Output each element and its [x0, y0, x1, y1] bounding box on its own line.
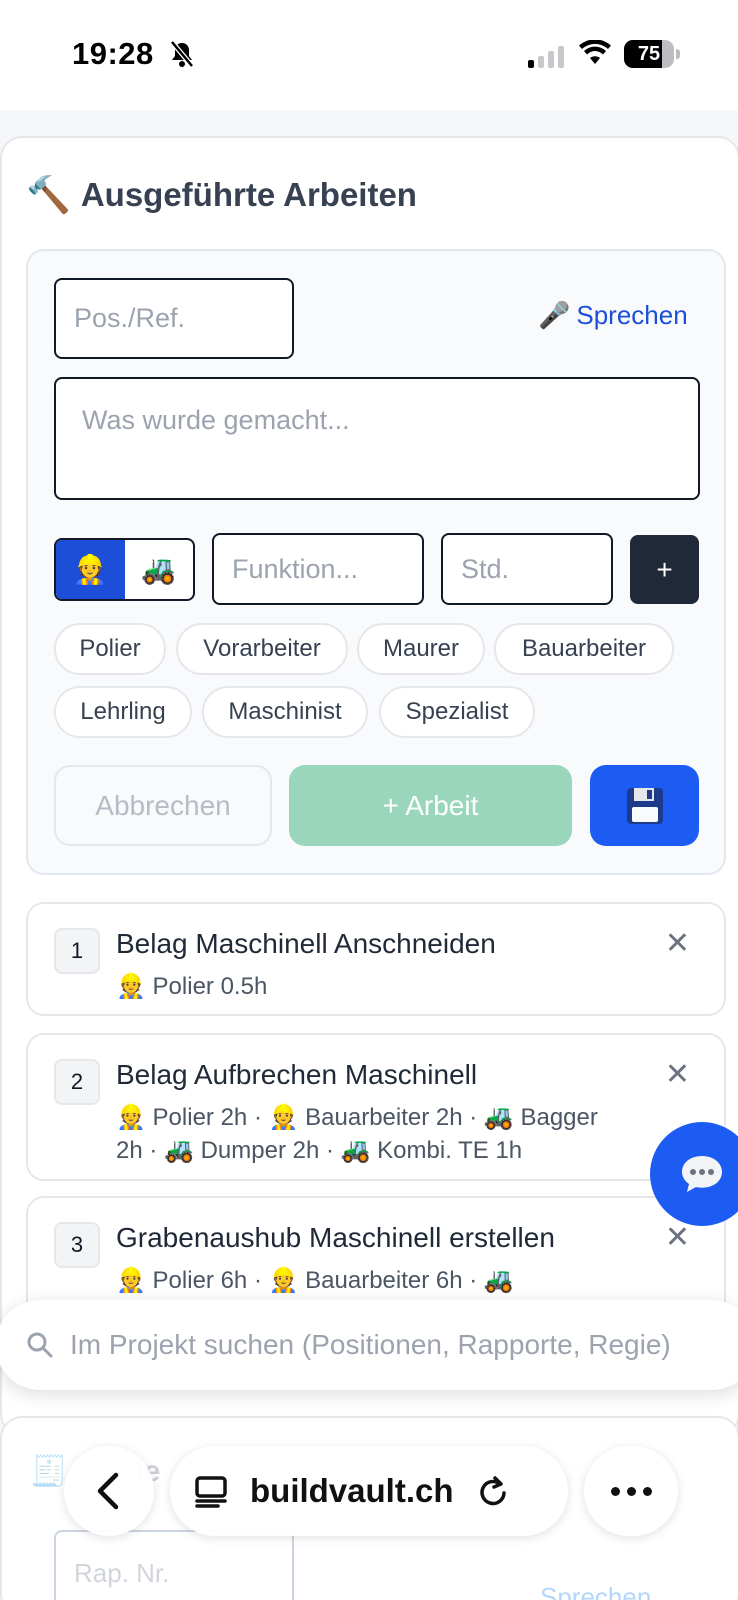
description-input[interactable]: Was wurde gemacht...: [54, 377, 700, 500]
item-number: 2: [54, 1059, 100, 1105]
battery-cap: [676, 49, 680, 59]
browser-back-button[interactable]: [64, 1446, 154, 1536]
speak-button[interactable]: 🎤 Sprechen: [538, 300, 688, 331]
save-button[interactable]: [590, 765, 699, 846]
status-bar: 19:28 75: [0, 0, 738, 110]
reload-icon[interactable]: [476, 1473, 510, 1509]
cell-signal-icon: [528, 44, 564, 68]
report-number-input[interactable]: Rap. Nr.: [54, 1530, 294, 1600]
chip-spezialist[interactable]: Spezialist: [379, 686, 535, 738]
wifi-icon: [578, 39, 612, 71]
remove-item-button[interactable]: ✕: [665, 1220, 690, 1255]
chat-bubble-icon: [682, 1156, 722, 1192]
project-search-bar[interactable]: Im Projekt suchen (Positionen, Rapporte,…: [0, 1300, 738, 1390]
item-resources: 👷 Polier 2h · 👷 Bauarbeiter 2h · 🚜 Bagge…: [116, 1101, 656, 1167]
work-item[interactable]: 1 Belag Maschinell Anschneiden 👷 Polier …: [26, 902, 726, 1016]
browser-url[interactable]: buildvault.ch: [250, 1472, 454, 1510]
more-dot: [626, 1486, 636, 1496]
browser-address-bar[interactable]: buildvault.ch: [170, 1446, 568, 1536]
status-time: 19:28: [72, 36, 154, 71]
item-title: Grabenaushub Maschinell erstellen: [116, 1222, 555, 1253]
item-resources: 👷 Polier 0.5h: [116, 970, 656, 1003]
search-icon: [27, 1332, 53, 1358]
item-resources: 👷 Polier 6h · 👷 Bauarbeiter 6h · 🚜: [116, 1264, 656, 1297]
remove-item-button[interactable]: ✕: [665, 1057, 690, 1092]
battery-level: 75: [637, 43, 661, 65]
more-dot: [642, 1486, 652, 1496]
floppy-disk-icon: [626, 787, 663, 824]
browser-more-button[interactable]: [584, 1446, 678, 1536]
item-resources-line: 👷 Polier 2h · 👷 Bauarbeiter 2h · 🚜 Bagge…: [116, 1104, 598, 1131]
section-title: Ausgeführte Arbeiten: [80, 176, 417, 213]
tractor-icon: 🚜: [141, 554, 177, 585]
item-title: Belag Aufbrechen Maschinell: [116, 1059, 478, 1090]
chevron-left-icon: [97, 1472, 119, 1510]
item-number: 1: [54, 928, 100, 974]
item-resources-line: 👷 Polier 6h · 👷 Bauarbeiter 6h · 🚜: [116, 1267, 514, 1294]
microphone-icon: 🎤: [538, 300, 571, 330]
chip-maurer[interactable]: Maurer: [357, 623, 485, 675]
chip-lehrling[interactable]: Lehrling: [54, 686, 192, 738]
add-work-button[interactable]: + Arbeit: [289, 765, 572, 846]
receipt-icon: 🧾: [30, 1455, 68, 1488]
section-header: 🔨 Ausgeführte Arbeiten: [26, 176, 417, 214]
item-resources-line: 2h · 🚜 Dumper 2h · 🚜 Kombi. TE 1h: [116, 1137, 523, 1164]
toggle-worker[interactable]: 👷: [56, 540, 125, 599]
hammer-icon: 🔨: [26, 174, 71, 215]
remove-item-button[interactable]: ✕: [665, 926, 690, 961]
tabs-icon[interactable]: [194, 1474, 228, 1508]
chip-bauarbeiter[interactable]: Bauarbeiter: [494, 623, 674, 675]
function-input[interactable]: Funktion...: [212, 533, 424, 605]
cancel-button[interactable]: Abbrechen: [54, 765, 272, 846]
worker-icon: 👷: [72, 554, 108, 585]
work-item[interactable]: 2 Belag Aufbrechen Maschinell 👷 Polier 2…: [26, 1033, 726, 1181]
bell-muted-icon: [170, 40, 194, 73]
next-speak-button[interactable]: Sprechen: [540, 1582, 651, 1600]
add-resource-button[interactable]: +: [630, 535, 699, 604]
more-dot: [610, 1486, 620, 1496]
chip-polier[interactable]: Polier: [54, 623, 166, 675]
pos-ref-input[interactable]: Pos./Ref.: [54, 278, 294, 359]
hours-input[interactable]: Std.: [441, 533, 613, 605]
speak-label: Sprechen: [576, 300, 688, 330]
resource-type-toggle: 👷 🚜: [54, 538, 195, 601]
search-input[interactable]: Im Projekt suchen (Positionen, Rapporte,…: [70, 1329, 671, 1361]
item-number: 3: [54, 1222, 100, 1268]
item-resources-line: 👷 Polier 0.5h: [116, 973, 268, 1000]
item-title: Belag Maschinell Anschneiden: [116, 928, 496, 959]
chip-vorarbeiter[interactable]: Vorarbeiter: [176, 623, 348, 675]
chip-maschinist[interactable]: Maschinist: [202, 686, 368, 738]
toggle-machine[interactable]: 🚜: [125, 540, 194, 599]
battery-icon: 75: [624, 40, 674, 68]
